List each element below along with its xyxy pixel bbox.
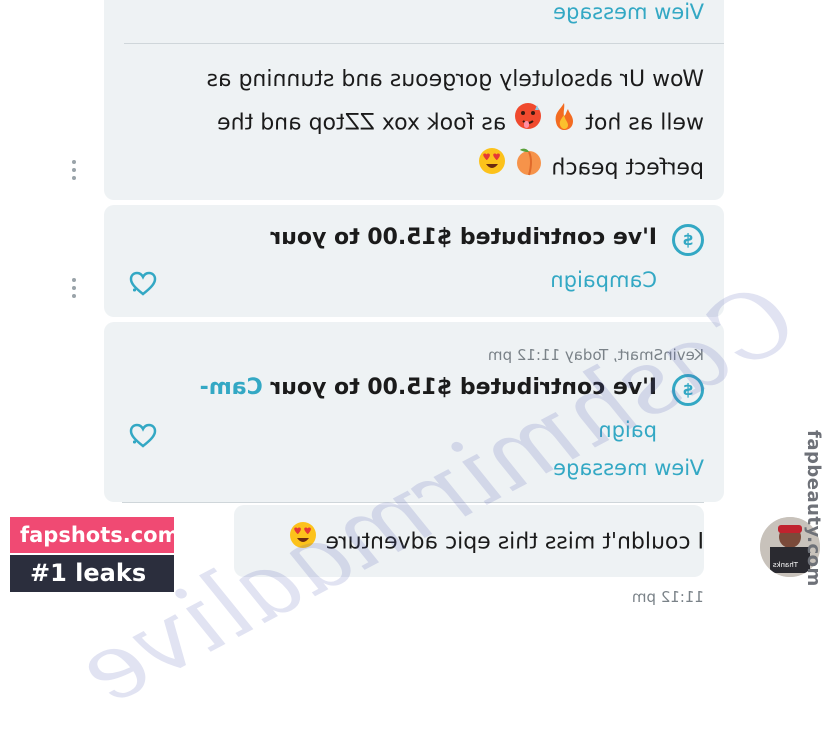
heart-eyes-icon bbox=[477, 146, 507, 191]
chat-thread: View message Wow Ur absolutely gorgeous … bbox=[0, 0, 828, 729]
message-1-line-3: perfect peach bbox=[207, 146, 704, 191]
more-options-icon-2[interactable] bbox=[72, 278, 76, 302]
campaign-link-2a[interactable]: Cam- bbox=[200, 375, 263, 400]
site-badge: fapshots.com #1 leaks bbox=[10, 517, 180, 592]
heart-react-icon-2[interactable] bbox=[128, 422, 158, 450]
campaign-link-1[interactable]: Campaign bbox=[550, 268, 657, 292]
message-1-line-1: Wow Ur absolutely gorgeous and stunning … bbox=[206, 67, 704, 92]
divider-top bbox=[124, 43, 724, 44]
message-1-line-2: well as hot as fook xox ZZtop and the bbox=[207, 101, 704, 146]
bottom-timestamp: 11:12 pm bbox=[631, 588, 704, 606]
side-watermark: fapbeauty.com bbox=[803, 430, 824, 587]
dollar-coin-icon: $ bbox=[672, 224, 704, 256]
peach-icon bbox=[514, 146, 544, 191]
view-message-link-top[interactable]: View message bbox=[553, 0, 704, 24]
avatar-caption: Thanks bbox=[772, 561, 798, 569]
hot-face-icon bbox=[513, 101, 543, 146]
more-options-icon-1[interactable] bbox=[72, 160, 76, 184]
badge-site: fapshots.com bbox=[10, 517, 180, 553]
fire-icon bbox=[550, 101, 578, 146]
message-text-1: Wow Ur absolutely gorgeous and stunning … bbox=[207, 58, 704, 191]
tip-1-text: I've contributed $15.00 to your bbox=[270, 225, 657, 250]
heart-react-icon-1[interactable] bbox=[128, 270, 158, 298]
badge-tagline: #1 leaks bbox=[10, 555, 174, 592]
